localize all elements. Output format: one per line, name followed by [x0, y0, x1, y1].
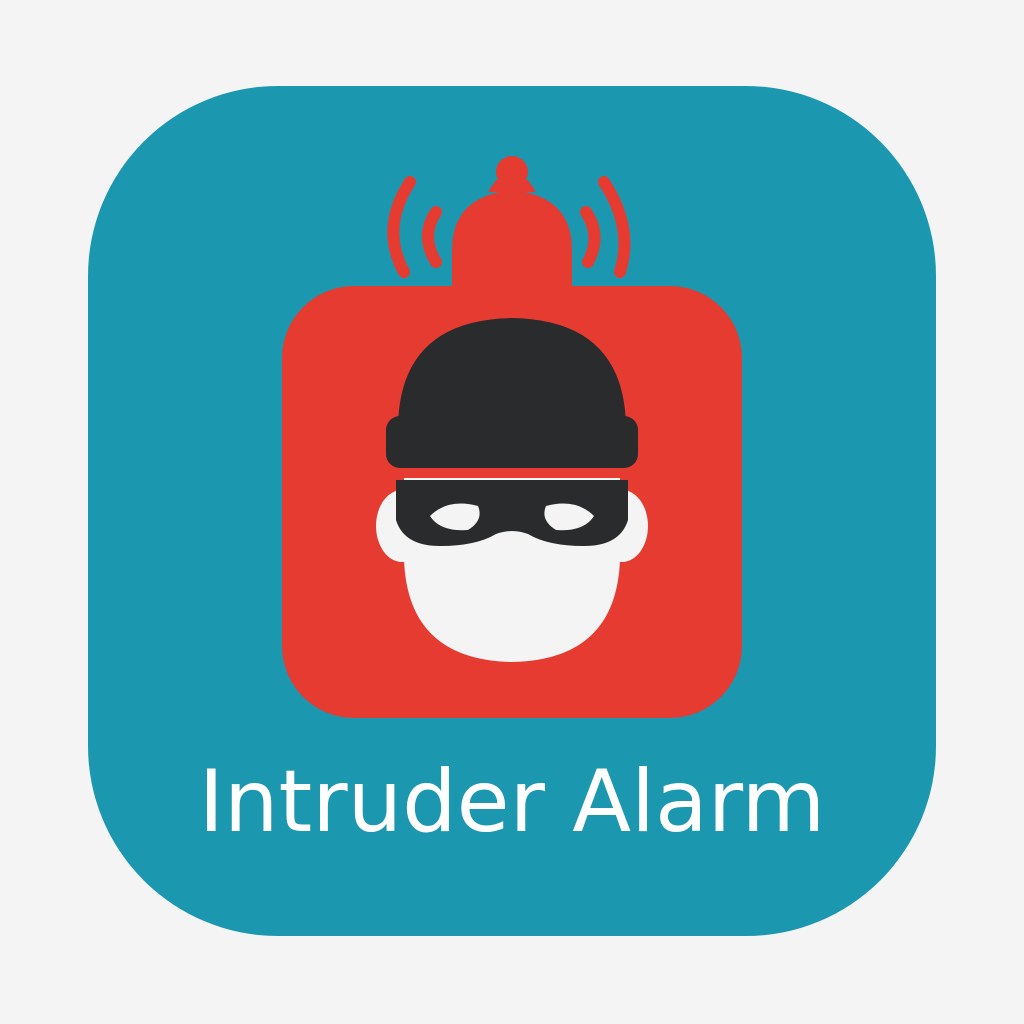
page: Intruder Alarm [0, 0, 1024, 1024]
masked-burglar-icon [376, 318, 648, 662]
sound-waves-left-icon [387, 176, 442, 278]
app-name-label: Intruder Alarm [198, 752, 826, 852]
beanie-band [386, 416, 638, 468]
intruder-alarm-icon [282, 156, 742, 718]
sound-waves-right-icon [580, 176, 631, 278]
